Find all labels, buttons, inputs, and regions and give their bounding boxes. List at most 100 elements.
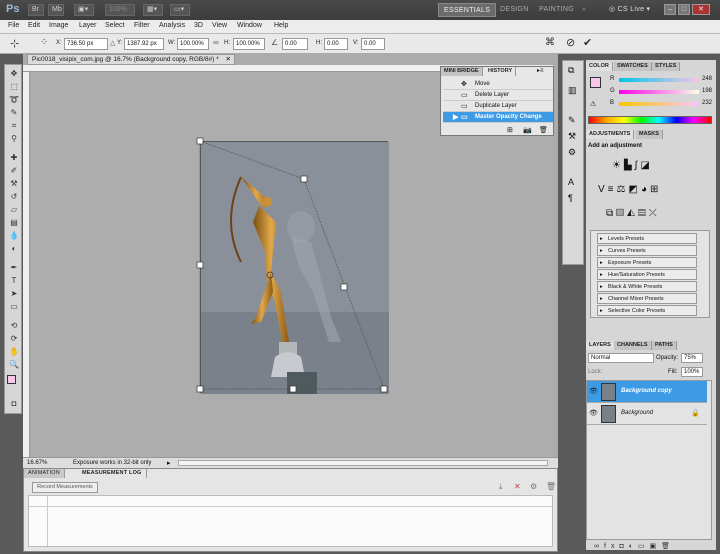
layer-row-background[interactable]: 👁 Background 🔒	[587, 403, 707, 425]
zoom-tool-icon[interactable]: 🔍	[8, 360, 20, 369]
history-item[interactable]: ▭ Delete Layer	[443, 90, 553, 101]
close-document-icon[interactable]: ✕	[226, 55, 231, 64]
history-item[interactable]: ✥ Move	[443, 79, 553, 90]
cancel-transform-icon[interactable]: ⊘	[566, 36, 575, 49]
vertical-skew-input[interactable]: 0.00	[361, 38, 385, 50]
red-slider[interactable]	[619, 78, 699, 82]
close-icon[interactable]: ✕	[692, 4, 710, 15]
cs-live-button[interactable]: ◎ CS Live ▾	[604, 3, 655, 17]
menu-edit[interactable]: Edit	[28, 22, 40, 29]
layer-name[interactable]: Background	[621, 410, 653, 416]
green-slider[interactable]	[619, 90, 699, 94]
marquee-tool-icon[interactable]: ⬚	[8, 82, 20, 91]
brush-panel-icon[interactable]: ✎	[568, 115, 576, 126]
brightness-contrast-icon[interactable]: ☀	[612, 160, 624, 171]
minibridge-button[interactable]: Mb	[48, 4, 64, 16]
preset-item[interactable]: ▸ Curves Presets	[597, 245, 697, 256]
relative-position-icon[interactable]: △	[110, 39, 115, 47]
link-layers-icon[interactable]: ∞	[594, 543, 604, 550]
path-selection-tool-icon[interactable]: ➤	[8, 289, 20, 298]
extras-icon[interactable]: ▣▾	[74, 4, 94, 16]
visibility-eye-icon[interactable]: 👁	[589, 387, 598, 396]
menu-analysis[interactable]: Analysis	[159, 22, 185, 29]
photo-filter-icon[interactable]: ◕	[641, 184, 650, 195]
menu-filter[interactable]: Filter	[134, 22, 150, 29]
exposure-icon[interactable]: ◪	[640, 160, 652, 171]
more-workspaces-icon[interactable]: »	[577, 3, 591, 17]
tab-channels[interactable]: CHANNELS	[614, 341, 652, 350]
workspace-painting[interactable]: PAINTING	[534, 3, 579, 17]
blend-mode-select[interactable]: Normal	[588, 353, 654, 363]
screen-mode-icon[interactable]: ▭▾	[170, 4, 190, 16]
history-item[interactable]: ▭ Duplicate Layer	[443, 101, 553, 112]
warp-mode-icon[interactable]: ⌘	[545, 37, 555, 48]
reference-point-icon[interactable]: ⁘	[40, 37, 48, 48]
black-white-icon[interactable]: ◩	[628, 184, 640, 195]
transform-handle[interactable]	[196, 261, 204, 269]
menu-select[interactable]: Select	[105, 22, 124, 29]
move-tool-icon[interactable]: ✥	[8, 69, 20, 78]
menu-window[interactable]: Window	[237, 22, 262, 29]
adjustment-icons-row-1[interactable]: ☀▙∫◪	[612, 160, 653, 171]
properties-panel-icon[interactable]: ▥	[568, 85, 577, 96]
posterize-icon[interactable]: ▨	[616, 208, 627, 219]
tab-styles[interactable]: STYLES	[652, 62, 681, 71]
layer-row-background-copy[interactable]: 👁 Background copy	[587, 381, 707, 403]
color-spectrum[interactable]	[588, 116, 712, 124]
trash-icon[interactable]: 🗑	[546, 482, 556, 491]
tab-color[interactable]: COLOR	[586, 62, 613, 71]
paragraph-panel-icon[interactable]: ¶	[568, 193, 573, 203]
layer-name[interactable]: Background copy	[621, 388, 672, 394]
quick-select-tool-icon[interactable]: ✎	[8, 108, 20, 117]
hand-tool-icon[interactable]: ✋	[8, 347, 20, 356]
g-value[interactable]: 198	[702, 88, 712, 94]
tab-adjustments[interactable]: ADJUSTMENTS	[586, 130, 635, 139]
workspace-design[interactable]: DESIGN	[495, 3, 534, 17]
blue-slider[interactable]	[619, 102, 699, 106]
hue-saturation-icon[interactable]: ≡	[608, 184, 617, 195]
new-document-from-state-icon[interactable]: ⊞	[507, 126, 513, 134]
adjustment-icons-row-2[interactable]: V≡⚖◩◕⊞	[598, 184, 661, 195]
gradient-map-icon[interactable]: ▤	[638, 208, 649, 219]
3d-camera-tool-icon[interactable]: ⟳	[8, 334, 20, 343]
tab-layers[interactable]: LAYERS	[586, 341, 615, 350]
delete-measurements-icon[interactable]: ✕	[514, 482, 521, 491]
add-mask-icon[interactable]: ◘	[619, 543, 628, 550]
brush-tool-icon[interactable]: ✐	[8, 166, 20, 175]
bridge-button[interactable]: Br	[28, 4, 44, 16]
horizontal-scrollbar[interactable]	[178, 460, 548, 466]
menu-view[interactable]: View	[212, 22, 227, 29]
history-item-selected[interactable]: ▶ ▭ Master Opacity Change	[443, 112, 553, 123]
healing-brush-tool-icon[interactable]: ✚	[8, 153, 20, 162]
type-tool-icon[interactable]: T	[8, 276, 20, 285]
horizontal-skew-input[interactable]: 0.00	[324, 38, 348, 50]
crop-tool-icon[interactable]: ⌗	[8, 121, 20, 130]
clone-source-panel-icon[interactable]: ⚒	[568, 131, 576, 142]
tab-swatches[interactable]: SWATCHES	[614, 62, 652, 71]
gradient-tool-icon[interactable]: ▤	[8, 218, 20, 227]
color-balance-icon[interactable]: ⚖	[617, 184, 629, 195]
preset-item[interactable]: ▸ Black & White Presets	[597, 281, 697, 292]
3d-rotate-tool-icon[interactable]: ⟲	[8, 321, 20, 330]
maximize-icon[interactable]: □	[678, 4, 690, 15]
menu-file[interactable]: File	[8, 22, 19, 29]
commit-transform-icon[interactable]: ✔	[583, 36, 592, 49]
opacity-input[interactable]: 75%	[681, 353, 703, 363]
status-menu-icon[interactable]: ▸	[167, 459, 171, 467]
transform-handle[interactable]	[380, 385, 388, 393]
foreground-color-swatch[interactable]	[7, 375, 16, 384]
r-value[interactable]: 248	[702, 76, 712, 82]
pen-tool-icon[interactable]: ✒	[8, 263, 20, 272]
menu-3d[interactable]: 3D	[194, 22, 203, 29]
zoom-level[interactable]: 16.67%	[27, 460, 47, 466]
dodge-tool-icon[interactable]: ◐	[8, 244, 20, 253]
channel-mixer-icon[interactable]: ⊞	[650, 184, 661, 195]
levels-icon[interactable]: ▙	[624, 160, 635, 171]
minimize-icon[interactable]: –	[664, 4, 676, 15]
transform-handle[interactable]	[289, 385, 297, 393]
arrange-documents-icon[interactable]: ▦▾	[143, 4, 163, 16]
new-adjustment-icon[interactable]: ◐	[629, 543, 638, 550]
visibility-eye-icon[interactable]: 👁	[589, 409, 598, 418]
reference-point-icon[interactable]	[266, 271, 274, 279]
eyedropper-tool-icon[interactable]: ⚲	[8, 134, 20, 143]
